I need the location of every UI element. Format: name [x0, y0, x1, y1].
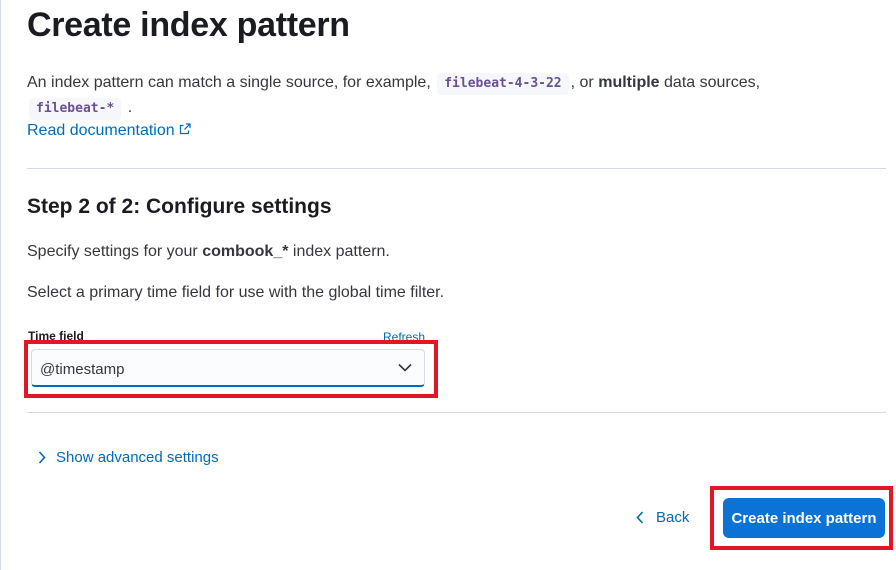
settings-prefix: Specify settings for your: [27, 243, 198, 260]
read-documentation-label: Read documentation: [27, 122, 175, 139]
show-advanced-settings-label: Show advanced settings: [56, 449, 219, 466]
time-field-selected-value: @timestamp: [40, 361, 125, 378]
refresh-link[interactable]: Refresh: [383, 330, 425, 344]
external-link-icon: [179, 123, 191, 135]
left-border: [0, 0, 1, 570]
divider: [27, 168, 886, 169]
description-text: data sources,: [664, 74, 761, 91]
chevron-down-icon: [398, 363, 412, 372]
pattern-name: combook_*: [202, 243, 289, 260]
settings-suffix: index pattern.: [292, 243, 390, 260]
settings-description: Specify settings for your combook_* inde…: [27, 243, 390, 261]
description-bold: multiple: [598, 74, 660, 91]
page-description: An index pattern can match a single sour…: [27, 70, 827, 120]
step-title: Step 2 of 2: Configure settings: [27, 195, 332, 218]
time-field-instructions: Select a primary time field for use with…: [27, 284, 445, 301]
description-end: .: [127, 99, 133, 116]
time-field-select[interactable]: @timestamp: [31, 349, 425, 387]
description-text: An index pattern can match a single sour…: [27, 74, 431, 91]
back-label: Back: [656, 509, 690, 526]
chevron-left-icon: [636, 511, 644, 524]
time-field-label: Time field: [28, 329, 84, 343]
example-multiple-sources: filebeat-*: [29, 98, 122, 120]
page-title: Create index pattern: [27, 6, 350, 44]
show-advanced-settings-toggle[interactable]: Show advanced settings: [38, 449, 219, 466]
example-single-source: filebeat-4-3-22: [437, 73, 569, 95]
read-documentation-link[interactable]: Read documentation: [27, 122, 191, 140]
create-index-pattern-button[interactable]: Create index pattern: [723, 498, 885, 538]
divider: [27, 412, 886, 413]
back-button[interactable]: Back: [636, 509, 689, 526]
description-text: , or: [570, 74, 594, 91]
chevron-right-icon: [38, 451, 46, 464]
